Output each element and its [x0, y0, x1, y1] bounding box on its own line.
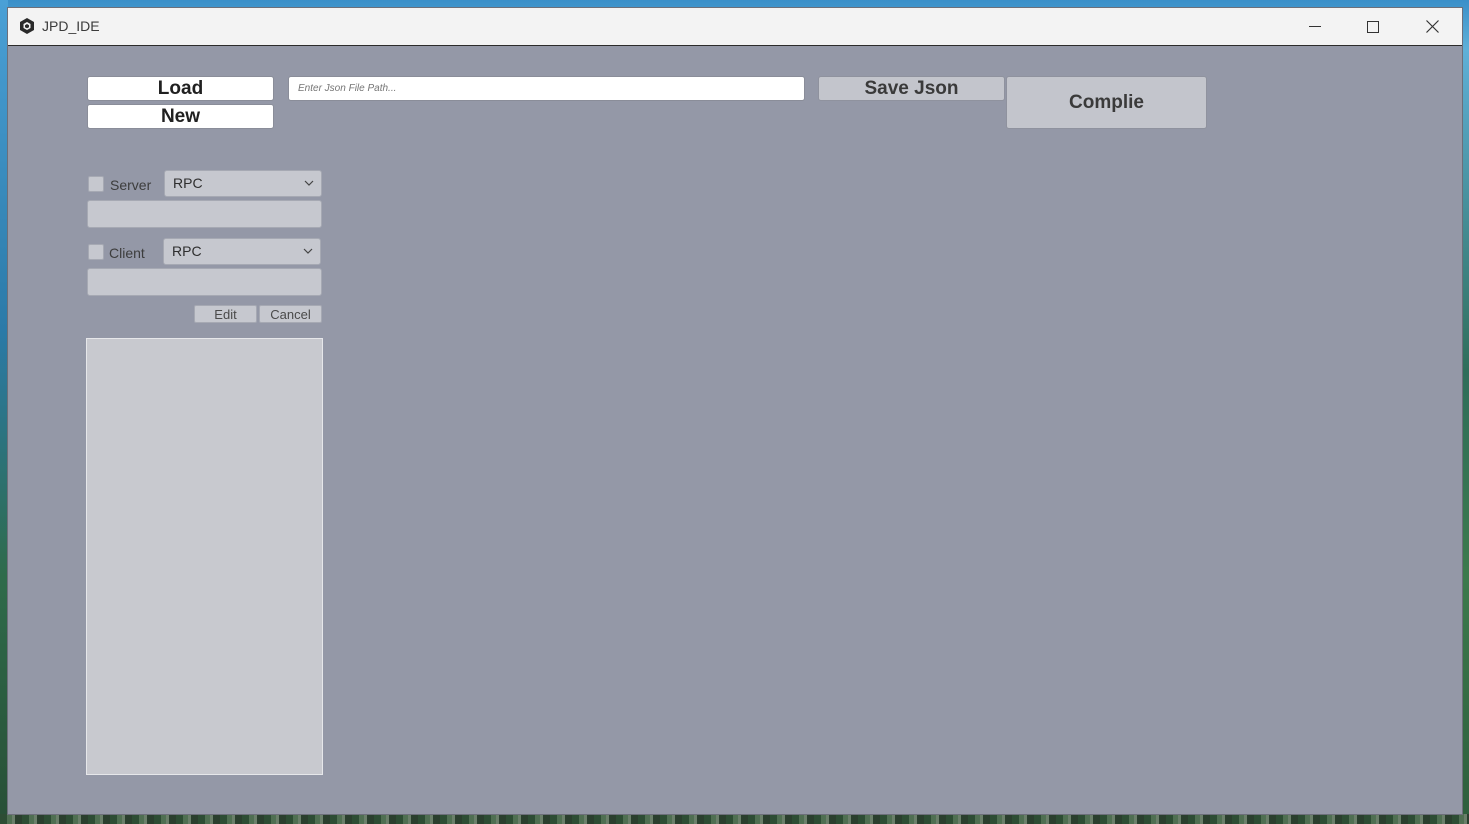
save-json-button[interactable]: Save Json [818, 76, 1005, 101]
load-button[interactable]: Load [87, 76, 274, 101]
minimize-button[interactable] [1286, 8, 1344, 45]
maximize-icon [1367, 20, 1379, 33]
client-checkbox[interactable] [88, 244, 104, 260]
minimize-icon [1309, 25, 1321, 27]
chevron-down-icon [303, 248, 313, 254]
window-title: JPD_IDE [42, 18, 100, 34]
compile-button[interactable]: Complie [1006, 76, 1207, 129]
client-protocol-select[interactable]: RPC [163, 238, 321, 265]
main-content: Load New Save Json Complie Server RPC Cl… [8, 46, 1462, 814]
close-icon [1425, 20, 1439, 33]
unity-logo-icon [18, 17, 36, 35]
server-protocol-select[interactable]: RPC [164, 170, 322, 197]
client-field[interactable] [87, 268, 322, 296]
server-protocol-value: RPC [173, 175, 203, 191]
desktop-wallpaper-left [0, 0, 8, 824]
server-field[interactable] [87, 200, 322, 228]
edit-button[interactable]: Edit [194, 305, 257, 323]
json-path-input[interactable] [288, 76, 805, 101]
server-checkbox[interactable] [88, 176, 104, 192]
maximize-button[interactable] [1344, 8, 1402, 45]
new-button[interactable]: New [87, 104, 274, 129]
desktop-wallpaper-bottom [0, 814, 1469, 824]
close-button[interactable] [1403, 8, 1461, 45]
client-protocol-value: RPC [172, 243, 202, 259]
chevron-down-icon [304, 180, 314, 186]
app-window: JPD_IDE Load New Save Json Complie Serve… [8, 8, 1462, 814]
client-label: Client [109, 245, 145, 261]
item-list-panel[interactable] [86, 338, 323, 775]
title-bar[interactable]: JPD_IDE [8, 8, 1462, 46]
cancel-button[interactable]: Cancel [259, 305, 322, 323]
server-label: Server [110, 177, 152, 193]
